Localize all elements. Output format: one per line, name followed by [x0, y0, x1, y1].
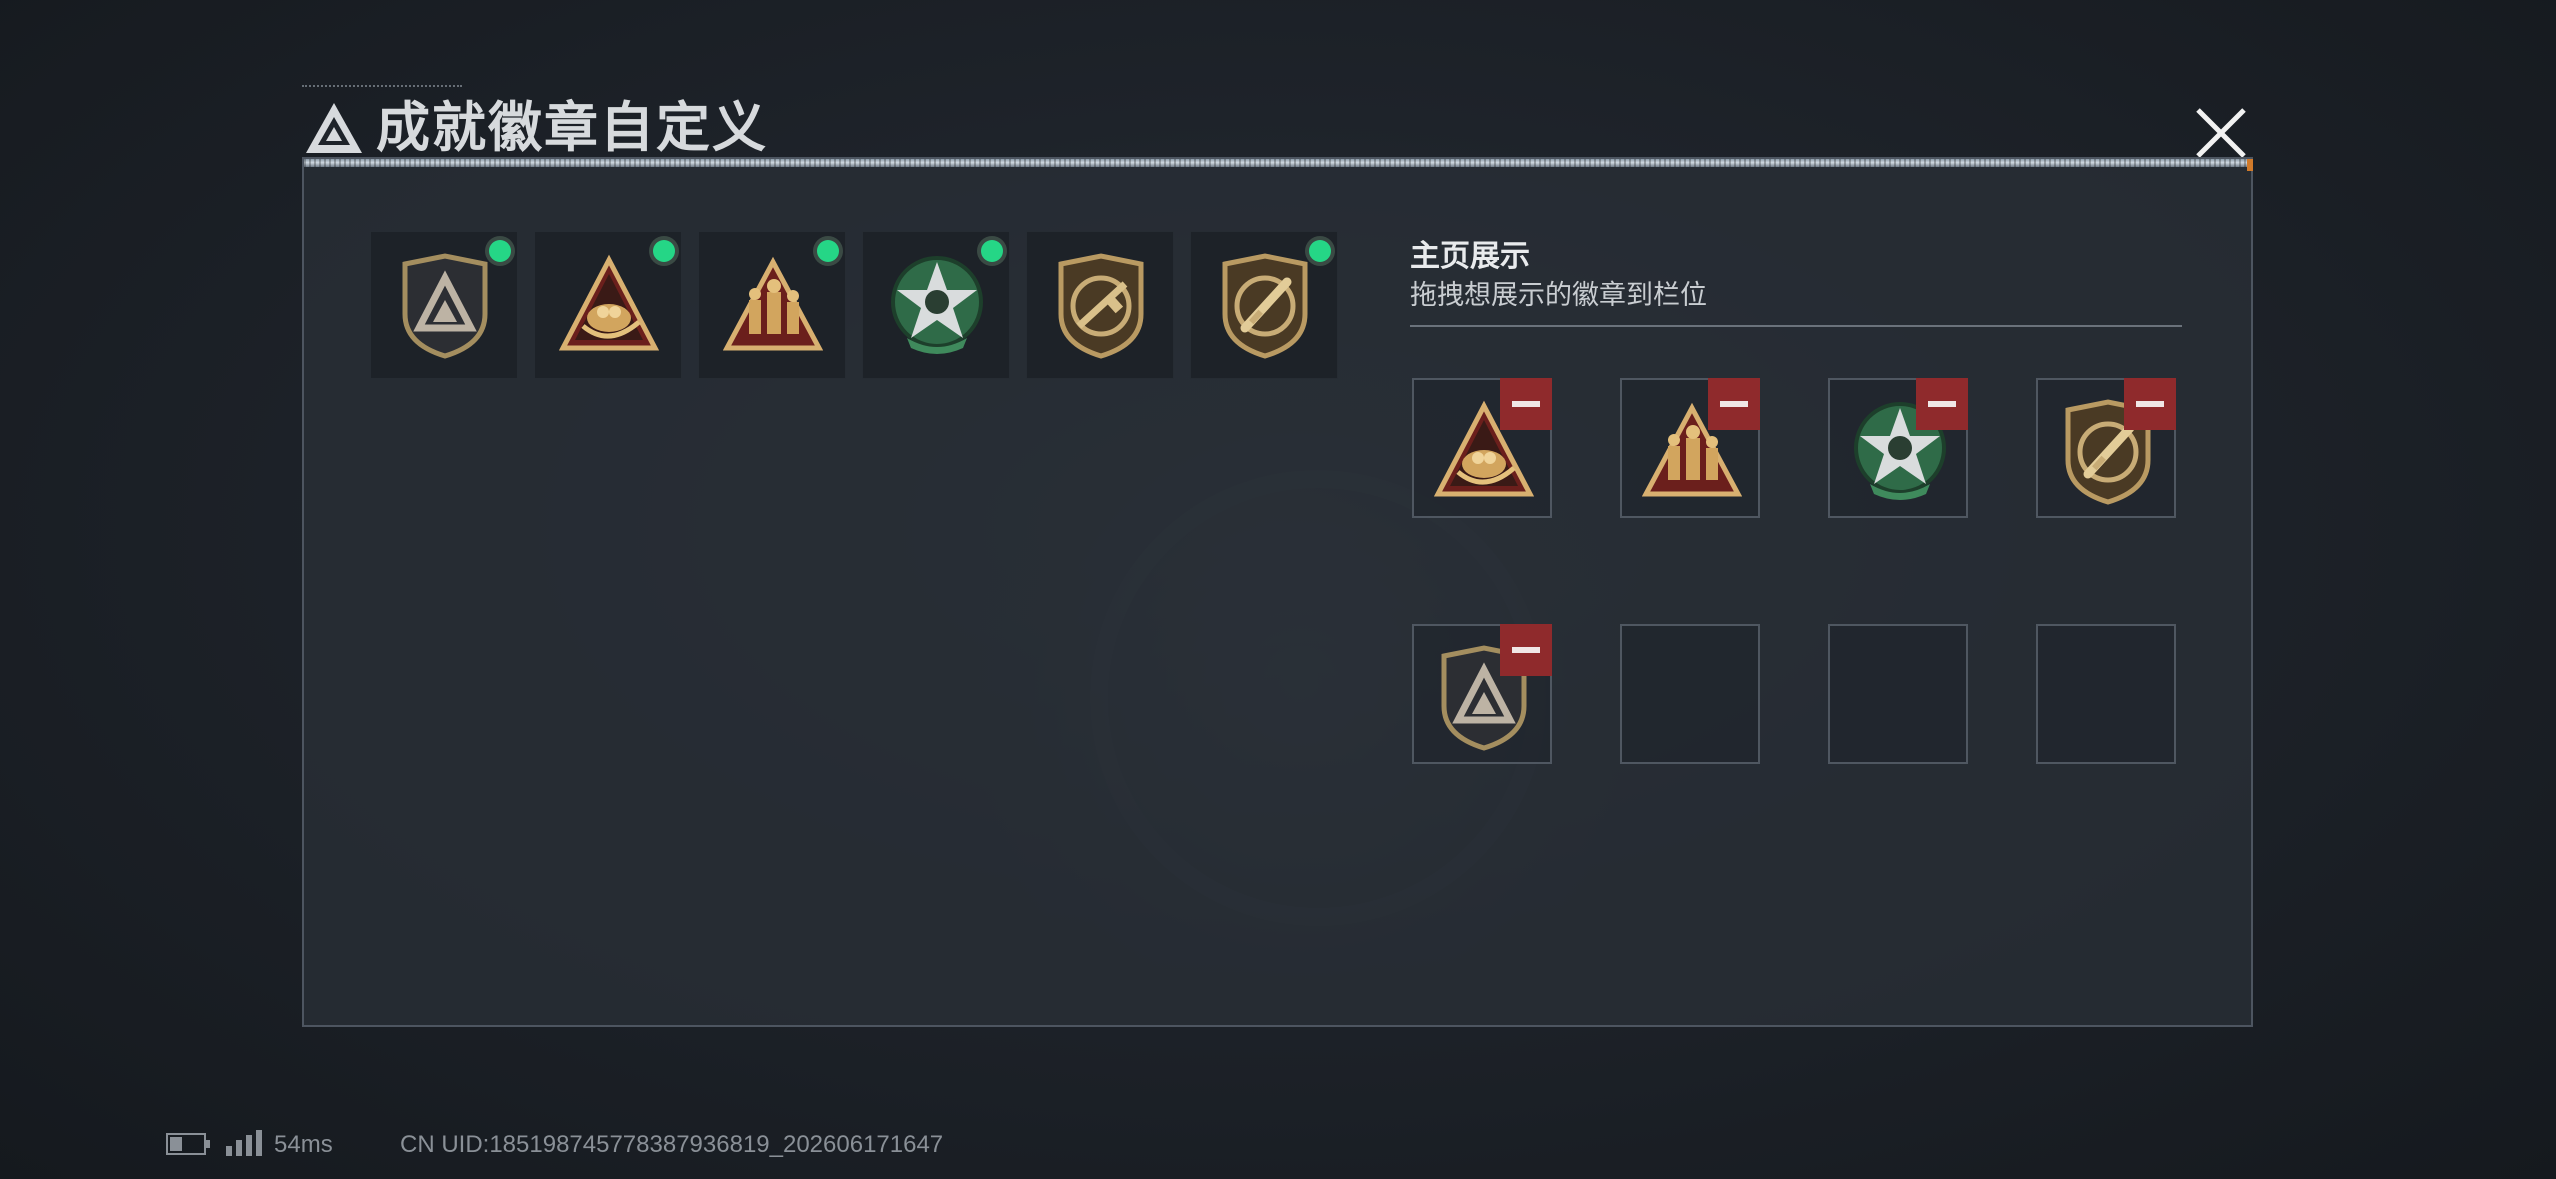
battery-icon — [166, 1133, 210, 1155]
divider — [1410, 325, 2182, 327]
owned-badge-shield-rifle[interactable] — [1026, 231, 1174, 379]
owned-badge-gold-soldiers[interactable] — [698, 231, 846, 379]
remove-button[interactable] — [1500, 378, 1552, 430]
window-header: 成就徽章自定义 — [296, 85, 2258, 165]
panel-top-border — [304, 159, 2251, 167]
owned-badge-tri-shield[interactable] — [370, 231, 518, 379]
equipped-indicator — [981, 240, 1003, 262]
showcase-slot-3[interactable] — [1828, 378, 1968, 518]
equipped-indicator — [817, 240, 839, 262]
owned-badge-shield-knife[interactable] — [1190, 231, 1338, 379]
tri-shield-badge-icon — [402, 253, 488, 359]
equipped-indicator — [653, 240, 675, 262]
remove-button[interactable] — [1916, 378, 1968, 430]
showcase-slot-6-empty[interactable] — [1620, 624, 1760, 764]
title-decoration — [302, 85, 462, 93]
shield-rifle-badge-icon — [1058, 253, 1144, 359]
ping-text: 54ms — [274, 1131, 333, 1158]
showcase-title: 主页展示 — [1410, 240, 1530, 273]
owned-badge-gold-nest[interactable] — [534, 231, 682, 379]
remove-button[interactable] — [1500, 624, 1552, 676]
uid-text: CN UID:18519874577838793681​9_2026061716… — [400, 1131, 944, 1158]
showcase-slot-1[interactable] — [1412, 378, 1552, 518]
green-star-skull-badge-icon — [891, 256, 983, 354]
showcase-subtitle: 拖拽想展示的徽章到栏位 — [1410, 280, 1707, 310]
showcase-slot-7-empty[interactable] — [1828, 624, 1968, 764]
showcase-slot-5[interactable] — [1412, 624, 1552, 764]
shield-knife-badge-icon — [1222, 253, 1308, 359]
owned-badge-green-star[interactable] — [862, 231, 1010, 379]
signal-icon — [226, 1130, 262, 1156]
badge-customize-panel: 主页展示 拖拽想展示的徽章到栏位 — [302, 157, 2253, 1027]
gold-triangle-nest-badge-icon — [559, 254, 659, 351]
gold-triangle-soldiers-badge-icon — [723, 256, 823, 351]
remove-button[interactable] — [1708, 378, 1760, 430]
panel-corner-accent — [2247, 159, 2253, 171]
remove-button[interactable] — [2124, 378, 2176, 430]
showcase-slot-4[interactable] — [2036, 378, 2176, 518]
showcase-slot-8-empty[interactable] — [2036, 624, 2176, 764]
equipped-indicator — [1309, 240, 1331, 262]
equipped-indicator — [489, 240, 511, 262]
showcase-slot-2[interactable] — [1620, 378, 1760, 518]
page-title: 成就徽章自定义 — [376, 98, 768, 158]
delta-logo-icon — [306, 103, 362, 153]
